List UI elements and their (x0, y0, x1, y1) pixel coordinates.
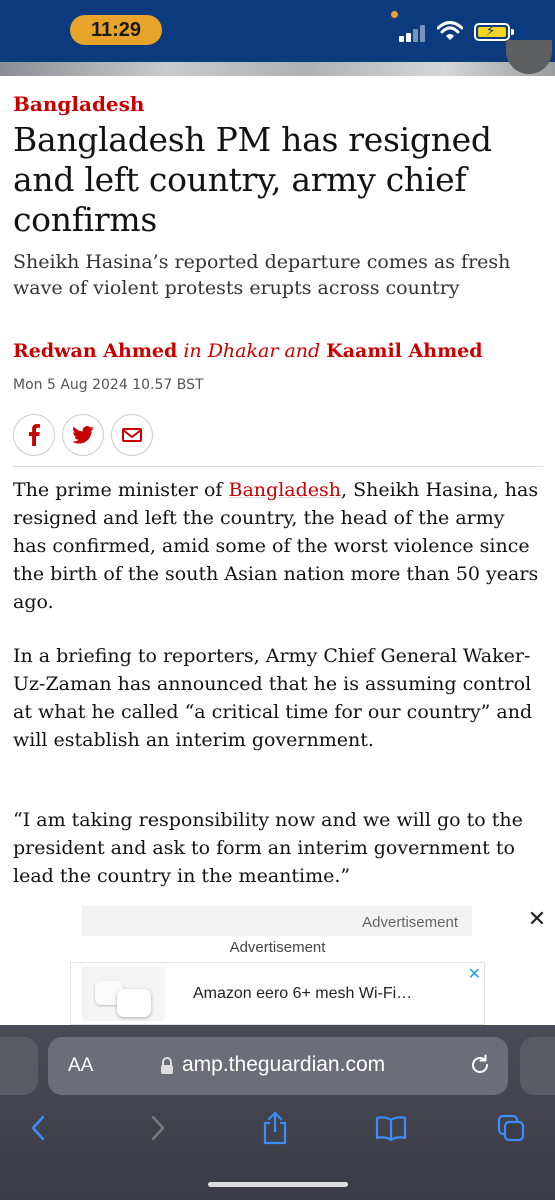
share-facebook-button[interactable] (13, 414, 55, 456)
lock-icon (161, 1057, 173, 1074)
reader-aa-button[interactable]: AA (68, 1055, 93, 1077)
reload-icon[interactable] (468, 1053, 492, 1077)
advertisement-label-inline: Advertisement (82, 906, 472, 936)
share-email-button[interactable] (111, 414, 153, 456)
article-headline: Bangladesh PM has resigned and left coun… (13, 120, 492, 239)
browser-toolbar (0, 1108, 555, 1148)
share-twitter-button[interactable] (62, 414, 104, 456)
bangladesh-link[interactable]: Bangladesh (229, 479, 342, 501)
battery-tip (511, 29, 514, 35)
ad-card[interactable]: Amazon eero 6+ mesh Wi-Fi… ✕ (70, 962, 485, 1025)
ad-close-icon[interactable]: ✕ (468, 964, 481, 983)
dateline: Mon 5 Aug 2024 10.57 BST (13, 377, 204, 393)
previous-tab-peek[interactable] (0, 1037, 38, 1095)
advertisement-label: Advertisement (229, 939, 326, 956)
author-link[interactable]: Redwan Ahmed (13, 340, 177, 362)
tabs-button[interactable] (495, 1108, 527, 1148)
article-paragraph: “I am taking responsibility now and we w… (13, 809, 523, 887)
divider (13, 466, 543, 467)
wifi-icon (437, 21, 463, 40)
section-kicker[interactable]: Bangladesh (13, 92, 144, 116)
article-standfirst: Sheikh Hasina’s reported departure comes… (13, 251, 511, 299)
share-icon (263, 1111, 287, 1145)
back-button[interactable] (22, 1108, 54, 1148)
battery-icon: ⚡ (474, 23, 510, 41)
signal-icon (399, 24, 429, 42)
close-ad-button[interactable]: ✕ (520, 902, 554, 936)
paragraph-text: The prime minister of (13, 479, 229, 501)
home-indicator[interactable] (208, 1182, 348, 1187)
facebook-icon (29, 424, 40, 446)
ad-product-image (81, 967, 165, 1021)
privacy-indicator-dot (391, 11, 398, 18)
ad-title: Amazon eero 6+ mesh Wi-Fi… (193, 985, 413, 1002)
author-link[interactable]: Kaamil Ahmed (326, 340, 482, 362)
next-tab-peek[interactable] (520, 1037, 555, 1095)
share-buttons (13, 414, 153, 456)
status-time: 11:29 (70, 15, 162, 45)
close-icon: ✕ (527, 906, 547, 932)
router-image (117, 989, 151, 1017)
bookmarks-button[interactable] (375, 1108, 407, 1148)
byline-location: in Dhakar and (177, 340, 327, 362)
byline: Redwan Ahmed in Dhakar and Kaamil Ahmed (13, 340, 483, 362)
article-paragraph: In a briefing to reporters, Army Chief G… (13, 645, 533, 751)
hero-image-edge (0, 62, 555, 76)
tabs-icon (497, 1114, 525, 1142)
forward-button[interactable] (142, 1108, 174, 1148)
address-bar[interactable]: AA amp.theguardian.com (48, 1037, 508, 1095)
back-icon (31, 1115, 45, 1141)
email-icon (122, 428, 142, 442)
bookmarks-icon (375, 1116, 407, 1141)
twitter-icon (72, 426, 94, 444)
forward-icon (151, 1115, 165, 1141)
article-paragraph: The prime minister of Bangladesh, Sheikh… (13, 476, 543, 616)
share-button[interactable] (259, 1108, 291, 1148)
url-text[interactable]: amp.theguardian.com (182, 1053, 385, 1077)
